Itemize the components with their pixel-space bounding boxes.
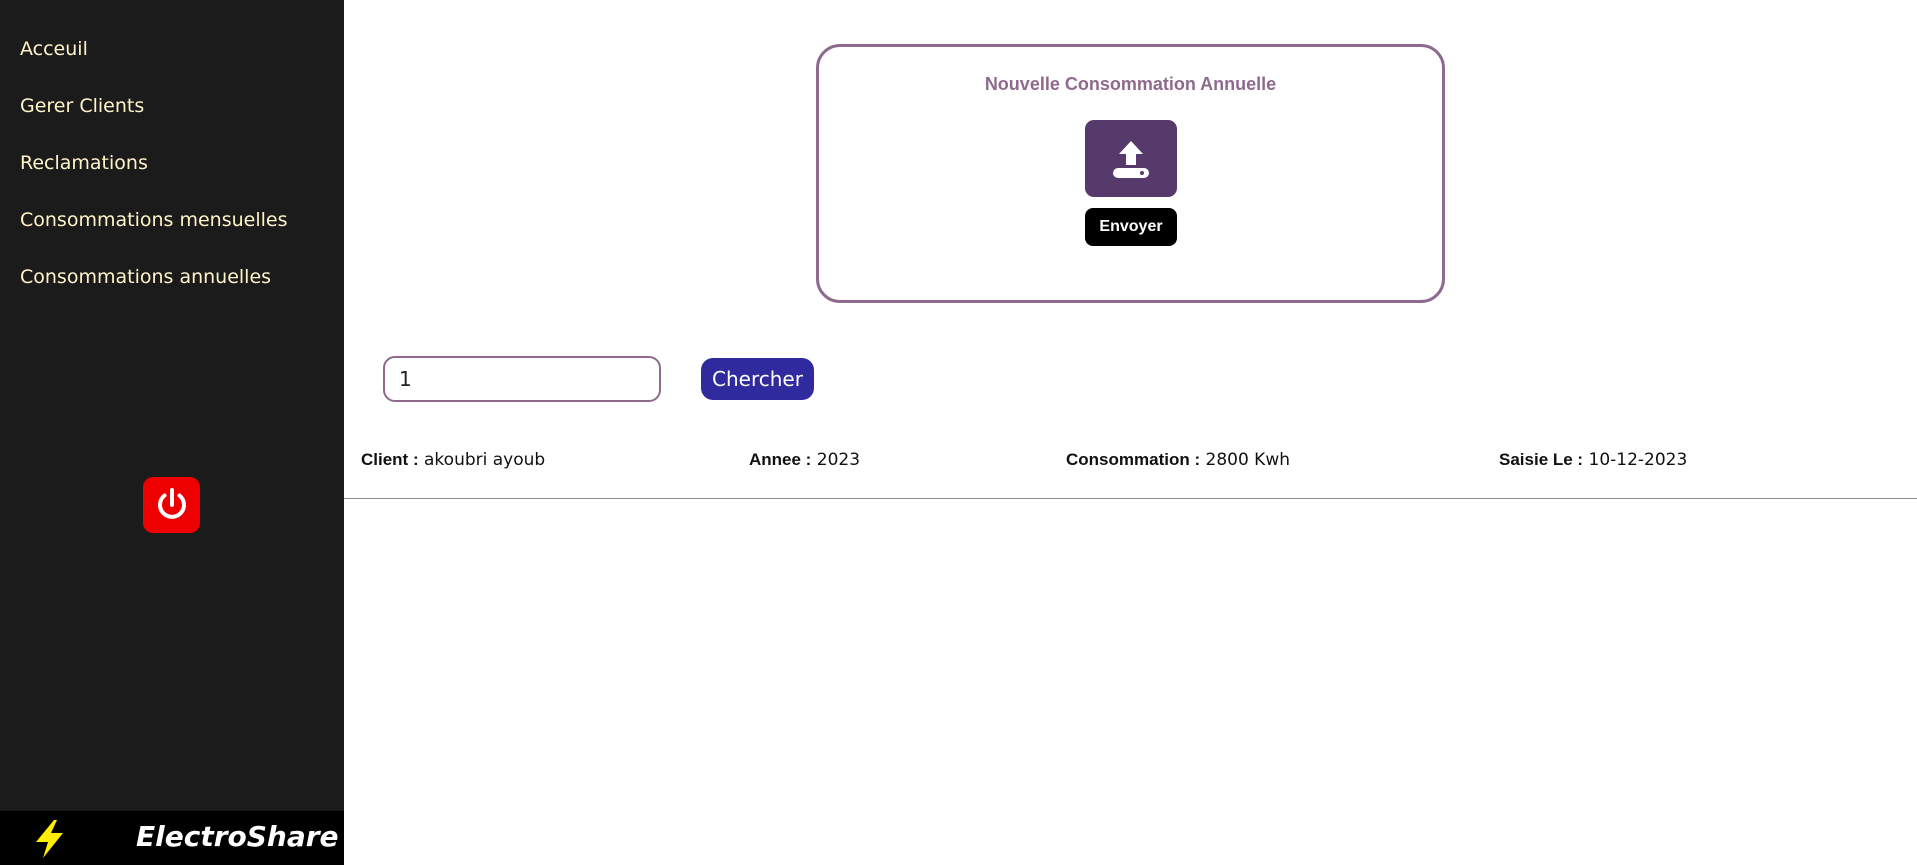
sidebar-nav: Acceuil Gerer Clients Reclamations Conso…	[0, 30, 344, 315]
sidebar-item-reclamations[interactable]: Reclamations	[0, 144, 344, 201]
sidebar-item-consommations-annuelles[interactable]: Consommations annuelles	[0, 258, 344, 315]
consommation-value: 2800 Kwh	[1205, 450, 1291, 470]
client-field: Client : akoubri ayoub	[361, 450, 545, 470]
brand-name: ElectroShare	[136, 820, 339, 853]
sidebar-item-acceuil[interactable]: Acceuil	[0, 30, 344, 87]
brand-footer: ElectroShare	[0, 811, 344, 865]
client-value: akoubri ayoub	[424, 450, 546, 470]
search-input[interactable]	[383, 356, 661, 402]
upload-card-title: Nouvelle Consommation Annuelle	[984, 74, 1277, 94]
saisie-value: 10-12-2023	[1588, 450, 1688, 470]
annee-label: Annee :	[749, 450, 812, 469]
consommation-label: Consommation :	[1066, 450, 1201, 469]
search-button[interactable]: Chercher	[701, 358, 814, 400]
lightning-bolt-icon	[36, 820, 63, 858]
upload-file-button[interactable]	[1085, 120, 1177, 197]
annee-field: Annee : 2023	[749, 450, 860, 470]
send-button[interactable]: Envoyer	[1085, 208, 1177, 246]
sidebar-item-gerer-clients[interactable]: Gerer Clients	[0, 87, 344, 144]
saisie-field: Saisie Le : 10-12-2023	[1499, 450, 1687, 470]
client-label: Client :	[361, 450, 419, 469]
annee-value: 2023	[816, 450, 861, 470]
consommation-field: Consommation : 2800 Kwh	[1066, 450, 1290, 470]
logout-button[interactable]	[143, 477, 200, 533]
sidebar-item-consommations-mensuelles[interactable]: Consommations mensuelles	[0, 201, 344, 258]
saisie-label: Saisie Le :	[1499, 450, 1584, 469]
upload-card: Nouvelle Consommation Annuelle Envoyer	[816, 44, 1445, 303]
sidebar: Acceuil Gerer Clients Reclamations Conso…	[0, 0, 344, 865]
power-icon	[157, 488, 186, 519]
consommation-record-row: Client : akoubri ayoub Annee : 2023 Cons…	[344, 440, 1917, 499]
upload-icon	[1113, 140, 1149, 178]
